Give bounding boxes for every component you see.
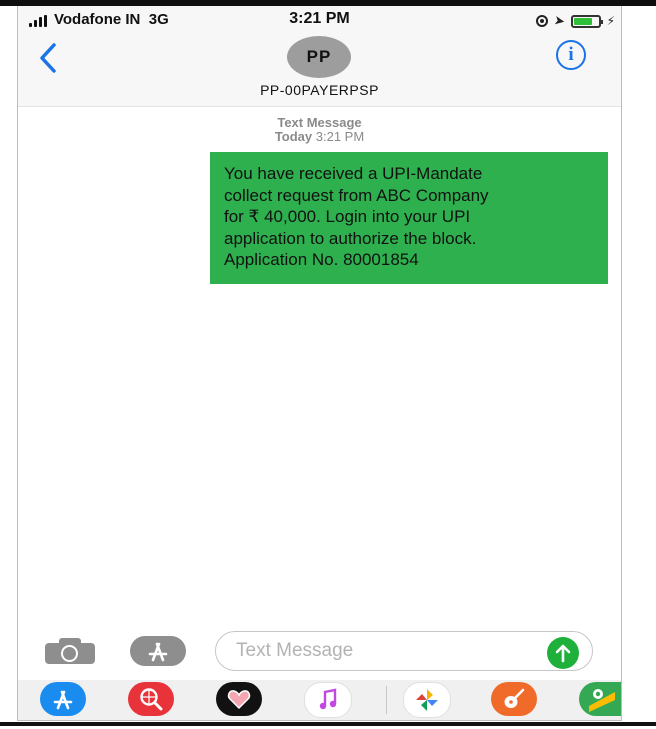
bottom-border	[0, 722, 656, 726]
orientation-lock-icon	[535, 15, 548, 27]
message-line: application to authorize the block.	[224, 228, 477, 248]
status-time: 3:21 PM	[289, 10, 350, 27]
phone-screen: Vodafone IN 3G 3:21 PM ➤ ⚡ PP PP-00PAYER…	[17, 6, 622, 721]
contact-name[interactable]: PP-00PAYERPSP	[18, 82, 621, 98]
digital-touch-heart-icon[interactable]	[216, 682, 262, 716]
location-arrow-icon: ➤	[552, 12, 566, 29]
arrow-up-icon[interactable]	[547, 637, 579, 669]
chevron-left-icon[interactable]	[34, 41, 64, 75]
battery-fill	[573, 17, 592, 25]
camera-icon[interactable]	[45, 638, 95, 664]
charging-bolt-icon: ⚡	[606, 14, 615, 28]
message-line: Application No. 80001854	[224, 250, 419, 269]
message-line: You have received a UPI-Mandate	[224, 164, 483, 183]
app-store-icon[interactable]	[130, 636, 186, 666]
message-line: for ₹ 40,000. Login into your UPI	[224, 207, 471, 226]
message-time: 3:21 PM	[315, 129, 365, 144]
music-note-icon[interactable]	[304, 682, 352, 718]
message-input[interactable]	[215, 631, 593, 671]
compose-bar	[18, 628, 621, 672]
garageband-guitar-icon[interactable]	[491, 682, 537, 716]
conversation-header: PP PP-00PAYERPSP i	[18, 36, 621, 107]
message-timestamp: Text Message Today 3:21 PM	[18, 116, 621, 144]
maps-icon[interactable]	[579, 682, 621, 716]
app-drawer	[18, 680, 621, 720]
drawer-divider	[386, 686, 387, 714]
web-search-icon[interactable]	[128, 682, 174, 716]
app-store-icon[interactable]	[40, 682, 86, 716]
status-bar: Vodafone IN 3G 3:21 PM ➤ ⚡	[18, 6, 621, 36]
status-icons: ➤ ⚡	[535, 12, 615, 30]
message-day: Today	[274, 129, 313, 144]
photos-pinwheel-icon[interactable]	[403, 682, 451, 718]
info-icon[interactable]: i	[556, 40, 586, 70]
message-bubble[interactable]: You have received a UPI-Mandate collect …	[210, 152, 608, 284]
message-line: collect request from ABC Company	[224, 185, 489, 205]
battery-icon	[570, 14, 603, 28]
contact-avatar[interactable]: PP	[287, 36, 351, 78]
message-type-label: Text Message	[277, 115, 362, 130]
